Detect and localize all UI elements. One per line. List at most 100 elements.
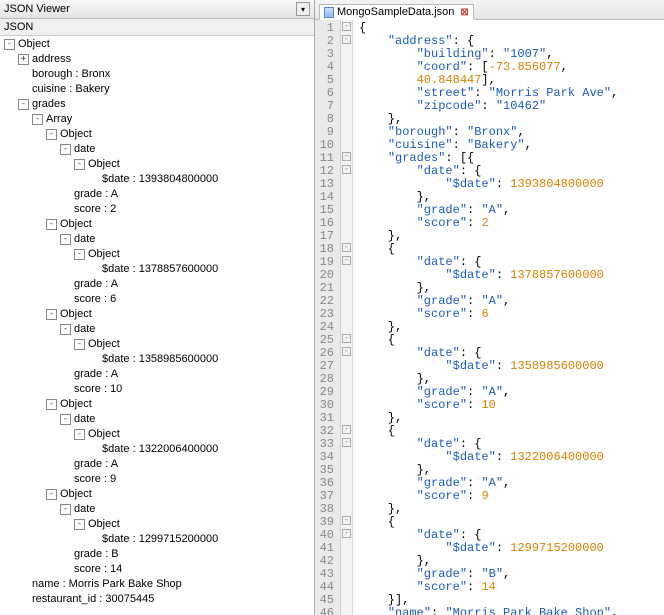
collapse-icon[interactable]: - (74, 249, 85, 260)
expand-icon[interactable]: + (18, 54, 29, 65)
fold-toggle-icon[interactable]: - (342, 347, 351, 356)
tree-row[interactable]: $date : 1322006400000 (0, 442, 314, 457)
tree-row[interactable]: -Object (0, 337, 314, 352)
code-line[interactable]: }, (359, 230, 664, 243)
tree-row[interactable]: name : Morris Park Bake Shop (0, 577, 314, 592)
fold-toggle-icon[interactable]: - (342, 529, 351, 538)
code-line[interactable]: "score": 10 (359, 399, 664, 412)
code-line[interactable]: "score": 2 (359, 217, 664, 230)
collapse-icon[interactable]: - (60, 234, 71, 245)
panel-titlebar: JSON Viewer ▾ (0, 0, 314, 19)
tree-label: grade : A (74, 277, 122, 292)
collapse-icon[interactable]: - (74, 519, 85, 530)
tree-row[interactable]: grade : B (0, 547, 314, 562)
tree-row[interactable]: -date (0, 412, 314, 427)
tree-row[interactable]: score : 2 (0, 202, 314, 217)
code-line[interactable]: }, (359, 321, 664, 334)
tree-row[interactable]: grade : A (0, 367, 314, 382)
tree-row[interactable]: -date (0, 142, 314, 157)
code-editor[interactable]: 1234567891011121314151617181920212223242… (315, 20, 664, 615)
fold-toggle-icon[interactable]: - (342, 438, 351, 447)
collapse-icon[interactable]: - (60, 324, 71, 335)
fold-toggle-icon[interactable]: - (342, 22, 351, 31)
tree-label: grades (32, 97, 70, 112)
code-line[interactable]: }, (359, 412, 664, 425)
collapse-icon[interactable]: - (4, 39, 15, 50)
collapse-icon[interactable]: - (74, 339, 85, 350)
collapse-icon[interactable]: - (60, 144, 71, 155)
collapse-icon[interactable]: - (74, 159, 85, 170)
fold-toggle-icon[interactable]: - (342, 152, 351, 161)
tree-row[interactable]: -date (0, 322, 314, 337)
tree-row[interactable]: grade : A (0, 457, 314, 472)
tree-row[interactable]: $date : 1393804800000 (0, 172, 314, 187)
line-number: 46 (319, 607, 334, 615)
code-line[interactable]: "score": 6 (359, 308, 664, 321)
tree-row[interactable]: score : 9 (0, 472, 314, 487)
tree-row[interactable]: score : 6 (0, 292, 314, 307)
tree-row[interactable]: -Object (0, 217, 314, 232)
tree-row[interactable]: borough : Bronx (0, 67, 314, 82)
tree-row[interactable]: -Object (0, 517, 314, 532)
collapse-icon[interactable]: - (74, 429, 85, 440)
tree-row[interactable]: $date : 1358985600000 (0, 352, 314, 367)
tree-row[interactable]: cuisine : Bakery (0, 82, 314, 97)
tree-row[interactable]: -Object (0, 157, 314, 172)
collapse-icon[interactable]: - (32, 114, 43, 125)
code-line[interactable]: }, (359, 503, 664, 516)
tree-label: cuisine : Bakery (32, 82, 114, 97)
tree-row[interactable]: -Object (0, 487, 314, 502)
tree-column-header[interactable]: JSON (0, 19, 314, 36)
tree-row[interactable]: -Object (0, 247, 314, 262)
tree-row[interactable]: -Object (0, 37, 314, 52)
tree-row[interactable]: -Array (0, 112, 314, 127)
close-icon[interactable]: ⊠ (460, 7, 468, 18)
fold-toggle-icon[interactable]: - (342, 334, 351, 343)
tree-label: $date : 1393804800000 (102, 172, 222, 187)
collapse-icon[interactable]: - (60, 414, 71, 425)
fold-column[interactable]: - - - - - - - - - - - - (341, 20, 353, 615)
panel-menu-dropdown-icon[interactable]: ▾ (296, 2, 310, 16)
code-line[interactable]: "score": 9 (359, 490, 664, 503)
collapse-icon[interactable]: - (18, 99, 29, 110)
tree-label: $date : 1299715200000 (102, 532, 222, 547)
fold-toggle-icon[interactable]: - (342, 165, 351, 174)
collapse-icon[interactable]: - (46, 219, 57, 230)
tree-row[interactable]: -Object (0, 127, 314, 142)
tree-row[interactable]: -date (0, 502, 314, 517)
tree-row[interactable]: restaurant_id : 30075445 (0, 592, 314, 607)
tree-row[interactable]: -grades (0, 97, 314, 112)
tree-row[interactable]: score : 10 (0, 382, 314, 397)
tree-row[interactable]: -Object (0, 307, 314, 322)
tree-row[interactable]: $date : 1378857600000 (0, 262, 314, 277)
tree-row[interactable]: grade : A (0, 187, 314, 202)
collapse-icon[interactable]: - (46, 399, 57, 410)
code-line[interactable]: "name": "Morris Park Bake Shop", (359, 607, 664, 615)
json-tree[interactable]: -Object+addressborough : Bronxcuisine : … (0, 36, 314, 615)
tree-row[interactable]: $date : 1299715200000 (0, 532, 314, 547)
tree-label: $date : 1358985600000 (102, 352, 222, 367)
fold-toggle-icon[interactable]: - (342, 425, 351, 434)
fold-toggle-icon[interactable]: - (342, 256, 351, 265)
code-area[interactable]: { "address": { "building": "1007", "coor… (353, 20, 664, 615)
tree-row[interactable]: -Object (0, 397, 314, 412)
tree-row[interactable]: score : 14 (0, 562, 314, 577)
tree-row[interactable]: +address (0, 52, 314, 67)
collapse-icon[interactable]: - (46, 489, 57, 500)
collapse-icon[interactable]: - (46, 129, 57, 140)
tree-row[interactable]: -Object (0, 427, 314, 442)
tree-label: Object (88, 517, 124, 532)
tree-label: grade : A (74, 457, 122, 472)
tree-label: grade : A (74, 367, 122, 382)
fold-toggle-icon[interactable]: - (342, 516, 351, 525)
tab-mongosampledata[interactable]: MongoSampleData.json ⊠ (319, 4, 474, 20)
collapse-icon[interactable]: - (46, 309, 57, 320)
tree-row[interactable]: -date (0, 232, 314, 247)
collapse-icon[interactable]: - (60, 504, 71, 515)
fold-toggle-icon[interactable]: - (342, 243, 351, 252)
code-line[interactable]: "zipcode": "10462" (359, 100, 664, 113)
tree-row[interactable]: grade : A (0, 277, 314, 292)
tree-label: Object (60, 397, 96, 412)
fold-toggle-icon[interactable]: - (342, 35, 351, 44)
tree-label: score : 14 (74, 562, 126, 577)
